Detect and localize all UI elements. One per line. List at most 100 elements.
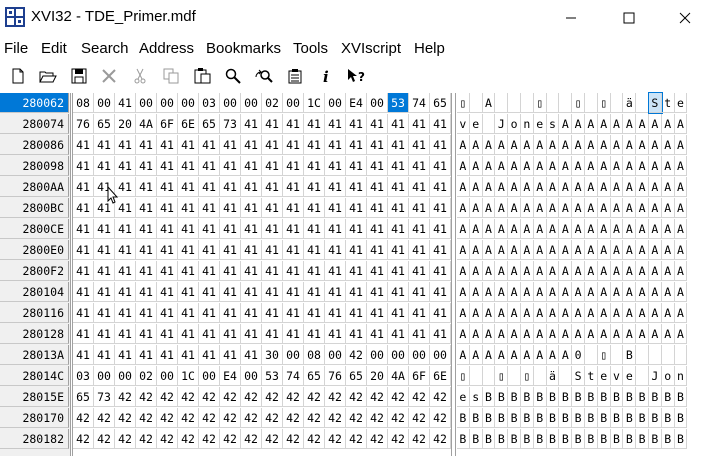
text-char-cell[interactable]: B — [508, 429, 521, 449]
text-char-cell[interactable]: A — [482, 261, 496, 281]
hex-byte-cell[interactable]: 42 — [241, 408, 262, 428]
text-char-cell[interactable]: A — [674, 324, 688, 344]
text-char-cell[interactable]: A — [495, 345, 509, 365]
text-char-cell[interactable]: B — [559, 408, 573, 428]
text-char-cell[interactable]: A — [482, 177, 496, 197]
hex-byte-cell[interactable]: 4A — [388, 366, 409, 386]
text-char-cell[interactable]: B — [623, 387, 637, 407]
properties-button[interactable] — [283, 64, 307, 88]
text-char-cell[interactable]: B — [649, 429, 662, 449]
text-char-cell[interactable]: A — [572, 261, 585, 281]
text-char-cell[interactable]: A — [521, 240, 534, 260]
hex-byte-cell[interactable]: 41 — [367, 219, 388, 239]
text-char-cell[interactable]: A — [649, 177, 662, 197]
text-char-cell[interactable]: A — [597, 303, 611, 323]
text-char-cell[interactable]: A — [661, 240, 675, 260]
hex-byte-cell[interactable]: 41 — [430, 198, 451, 218]
hex-byte-cell[interactable]: 42 — [304, 387, 325, 407]
hex-byte-cell[interactable]: 41 — [283, 135, 304, 155]
text-char-cell[interactable] — [469, 93, 483, 113]
hex-byte-cell[interactable]: 41 — [262, 240, 283, 260]
text-char-cell[interactable] — [469, 366, 483, 386]
hex-byte-cell[interactable]: 42 — [430, 408, 451, 428]
text-char-cell[interactable]: A — [533, 135, 547, 155]
text-char-cell[interactable] — [636, 345, 649, 365]
hex-byte-cell[interactable]: 41 — [241, 240, 262, 260]
hex-byte-cell[interactable]: 00 — [157, 93, 178, 113]
hex-byte-cell[interactable]: 73 — [220, 114, 241, 134]
hex-byte-cell[interactable]: 41 — [409, 177, 430, 197]
hex-byte-cell[interactable]: 41 — [388, 135, 409, 155]
text-char-cell[interactable]: A — [623, 324, 637, 344]
hex-byte-cell[interactable]: 41 — [283, 324, 304, 344]
hex-byte-cell[interactable]: 41 — [262, 261, 283, 281]
text-char-cell[interactable]: A — [649, 261, 662, 281]
hex-byte-cell[interactable]: 02 — [136, 366, 157, 386]
text-char-cell[interactable]: A — [482, 198, 496, 218]
menu-tools[interactable]: Tools — [293, 40, 328, 57]
text-char-cell[interactable]: A — [546, 261, 560, 281]
hex-byte-cell[interactable]: 42 — [304, 408, 325, 428]
hex-byte-cell[interactable]: 41 — [304, 156, 325, 176]
hex-byte-cell[interactable]: 41 — [367, 198, 388, 218]
text-char-cell[interactable]: A — [597, 282, 611, 302]
hex-byte-cell[interactable]: 41 — [283, 177, 304, 197]
text-char-cell[interactable]: A — [649, 303, 662, 323]
text-char-cell[interactable]: A — [521, 345, 534, 365]
hex-byte-cell[interactable]: 41 — [115, 282, 136, 302]
hex-byte-cell[interactable]: 41 — [388, 156, 409, 176]
hex-byte-cell[interactable]: 41 — [136, 198, 157, 218]
text-char-cell[interactable]: A — [597, 177, 611, 197]
text-char-cell[interactable]: v — [610, 366, 624, 386]
hex-byte-cell[interactable]: E4 — [346, 93, 367, 113]
text-char-cell[interactable]: A — [610, 240, 624, 260]
text-char-cell[interactable]: A — [636, 114, 649, 134]
text-char-cell[interactable]: B — [457, 408, 470, 428]
text-char-cell[interactable]: A — [546, 156, 560, 176]
text-char-cell[interactable]: A — [559, 240, 573, 260]
text-char-cell[interactable]: S — [648, 92, 663, 114]
hex-byte-cell[interactable]: 41 — [241, 261, 262, 281]
text-char-cell[interactable]: B — [661, 387, 675, 407]
hex-byte-cell[interactable]: 41 — [241, 156, 262, 176]
hex-byte-cell[interactable]: 41 — [157, 198, 178, 218]
hex-byte-cell[interactable]: 41 — [304, 303, 325, 323]
text-char-cell[interactable]: B — [546, 387, 560, 407]
text-char-cell[interactable]: A — [674, 303, 688, 323]
hex-byte-cell[interactable]: 41 — [430, 135, 451, 155]
text-char-cell[interactable]: A — [521, 219, 534, 239]
text-char-cell[interactable]: A — [508, 261, 521, 281]
text-char-cell[interactable]: A — [469, 303, 483, 323]
text-char-cell[interactable]: B — [674, 429, 688, 449]
hex-byte-cell[interactable]: 41 — [304, 240, 325, 260]
hex-byte-cell[interactable]: 41 — [115, 156, 136, 176]
text-char-cell[interactable]: ▯ — [495, 366, 509, 386]
text-char-cell[interactable]: t — [585, 366, 598, 386]
hex-byte-cell[interactable]: 41 — [367, 177, 388, 197]
text-char-cell[interactable]: B — [533, 387, 547, 407]
hex-byte-cell[interactable]: 41 — [94, 324, 115, 344]
hex-byte-cell[interactable]: 41 — [136, 324, 157, 344]
paste-button[interactable] — [191, 64, 215, 88]
text-char-cell[interactable] — [636, 93, 649, 113]
hex-byte-cell[interactable]: 00 — [283, 345, 304, 365]
text-char-cell[interactable]: A — [585, 303, 598, 323]
new-file-button[interactable] — [6, 64, 30, 88]
text-char-cell[interactable]: A — [649, 240, 662, 260]
hex-byte-cell[interactable]: 42 — [136, 387, 157, 407]
text-char-cell[interactable]: A — [674, 198, 688, 218]
text-char-cell[interactable]: A — [508, 282, 521, 302]
menu-address[interactable]: Address — [139, 40, 194, 57]
hex-byte-cell[interactable]: 42 — [136, 429, 157, 449]
text-char-cell[interactable]: v — [457, 114, 470, 134]
hex-byte-cell[interactable]: 20 — [115, 114, 136, 134]
text-char-cell[interactable]: B — [533, 429, 547, 449]
text-char-cell[interactable]: A — [469, 282, 483, 302]
text-char-cell[interactable] — [559, 93, 573, 113]
text-char-cell[interactable]: B — [623, 345, 637, 365]
text-char-cell[interactable]: A — [533, 303, 547, 323]
text-char-cell[interactable] — [674, 345, 688, 365]
text-char-cell[interactable]: A — [649, 114, 662, 134]
hex-byte-cell[interactable]: 41 — [73, 198, 94, 218]
hex-byte-cell[interactable]: 41 — [220, 261, 241, 281]
